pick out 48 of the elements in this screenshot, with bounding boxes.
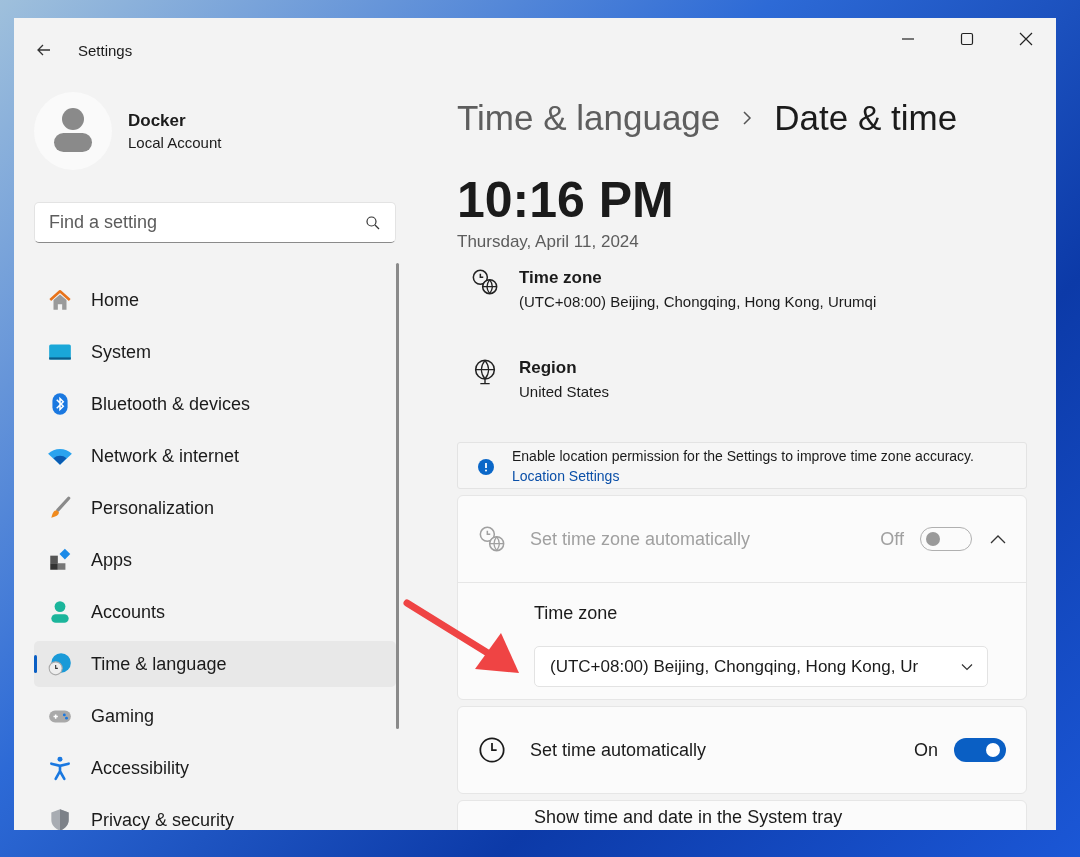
apps-icon [47, 547, 73, 573]
chevron-down-icon [961, 662, 973, 671]
toggle-switch[interactable] [954, 738, 1006, 762]
toggle-state-label: Off [880, 528, 904, 550]
globe-clock-icon [47, 651, 73, 677]
avatar-icon [34, 92, 112, 170]
search-input[interactable]: Find a setting [49, 212, 365, 233]
clock-time: 10:16 PM [457, 172, 675, 228]
info-icon [478, 458, 494, 475]
breadcrumb-parent[interactable]: Time & language [457, 98, 721, 138]
setting-title: Time zone [519, 268, 603, 288]
clock-date: Thursday, April 11, 2024 [457, 232, 640, 252]
sidebar-item[interactable]: Accounts [34, 589, 396, 635]
clock-globe-icon [478, 525, 506, 553]
page-title: Date & time [774, 98, 958, 138]
setting-title: Region [519, 358, 578, 378]
setting-value: (UTC+08:00) Beijing, Chongqing, Hong Kong, Urumqi [519, 293, 877, 310]
account-type: Local Account [128, 134, 222, 151]
search-field[interactable]: Find a setting [34, 202, 396, 243]
setting-value: United States [519, 383, 610, 400]
location-settings-link[interactable]: Location Settings [512, 468, 620, 484]
clock-icon [478, 736, 506, 764]
back-arrow-icon[interactable] [36, 42, 52, 58]
clock-globe-icon [471, 268, 499, 296]
close-icon[interactable] [1019, 32, 1033, 46]
notice-text: Enable location permission for the Settings to improve time zone accuracy. [512, 448, 974, 464]
sidebar-item[interactable]: Personalization [34, 485, 396, 531]
house-icon [47, 287, 73, 313]
account-name: Docker [128, 111, 187, 131]
sidebar-item[interactable]: Accessibility [34, 745, 396, 791]
sidebar-item[interactable]: Home [34, 277, 396, 323]
sidebar-item[interactable]: System [34, 329, 396, 375]
accessibility-icon [47, 755, 73, 781]
sidebar-item[interactable]: Apps [34, 537, 396, 583]
sidebar-item[interactable]: Privacy & security [34, 797, 396, 830]
setting-label: Set time zone automatically [530, 528, 751, 550]
setting-label: Set time automatically [530, 739, 707, 761]
toggle-state-label: On [914, 739, 938, 761]
sidebar-item[interactable]: Time & language [34, 641, 396, 687]
sidebar-item[interactable]: Network & internet [34, 433, 396, 479]
sidebar-item[interactable]: Gaming [34, 693, 396, 739]
window-title: Settings [78, 41, 133, 59]
sidebar-item[interactable]: Bluetooth & devices [34, 381, 396, 427]
search-icon [365, 214, 381, 231]
setting-label: Show time and date in the System tray [534, 807, 843, 827]
maximize-icon[interactable] [960, 32, 974, 46]
time-zone-label: Time zone [534, 603, 619, 624]
chevron-right-icon [742, 110, 753, 126]
